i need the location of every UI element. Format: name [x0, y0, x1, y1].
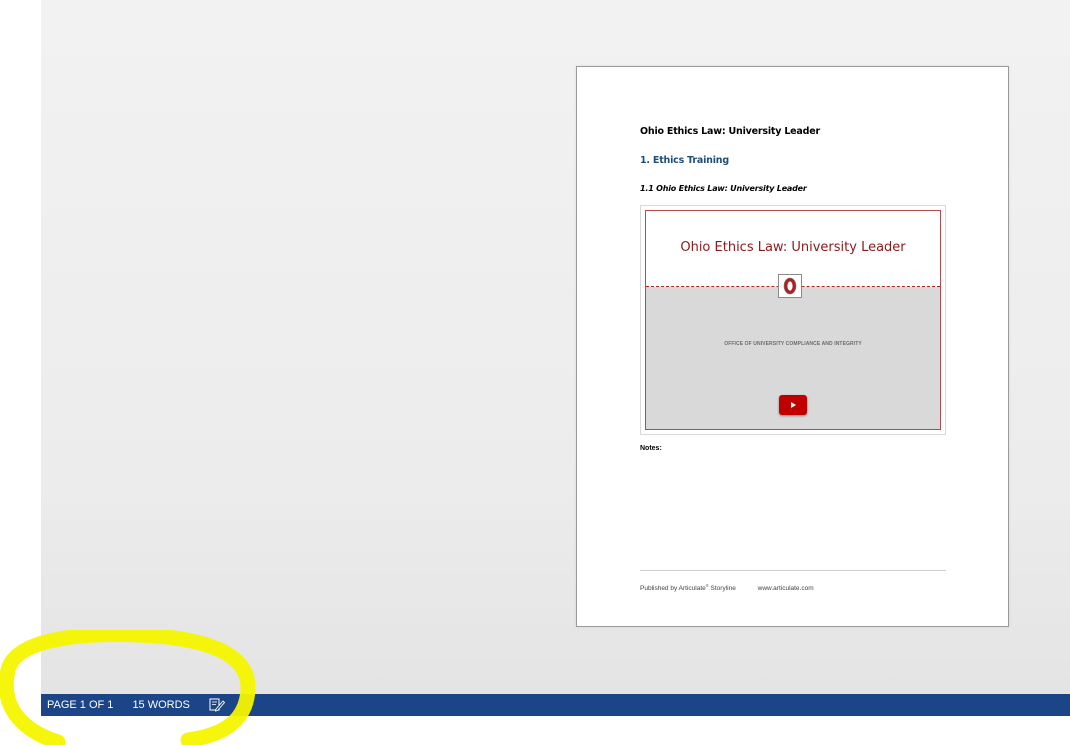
document-page[interactable]: Ohio Ethics Law: University Leader 1. Et… [576, 66, 1009, 627]
ohio-state-logo [778, 274, 802, 298]
proofing-icon[interactable] [209, 698, 225, 712]
heading-2: 1.1 Ohio Ethics Law: University Leader [640, 184, 807, 193]
notes-label: Notes: [640, 445, 662, 452]
document-title: Ohio Ethics Law: University Leader [640, 126, 820, 137]
slide-title: Ohio Ethics Law: University Leader [680, 240, 906, 255]
page-count-indicator[interactable]: PAGE 1 OF 1 [47, 699, 113, 711]
document-workspace[interactable]: Ohio Ethics Law: University Leader 1. Et… [41, 0, 1070, 694]
status-bar: PAGE 1 OF 1 15 WORDS [41, 694, 1070, 716]
footer-published-by: Published by Articulate [640, 585, 706, 593]
footer-url: www.articulate.com [757, 585, 814, 593]
footer-product: Storyline [708, 585, 736, 593]
play-icon [791, 402, 796, 408]
play-button[interactable] [779, 395, 807, 415]
heading-1: 1. Ethics Training [640, 155, 729, 166]
slide-thumbnail: Ohio Ethics Law: University Leader OFFIC… [645, 210, 941, 430]
footer-divider [640, 570, 946, 571]
slide-subtitle: OFFICE OF UNIVERSITY COMPLIANCE AND INTE… [724, 341, 862, 347]
slide-thumbnail-frame[interactable]: Ohio Ethics Law: University Leader OFFIC… [640, 205, 946, 435]
page-footer: Published by Articulate® Storyline www.a… [640, 583, 814, 592]
word-count-indicator[interactable]: 15 WORDS [132, 699, 189, 711]
